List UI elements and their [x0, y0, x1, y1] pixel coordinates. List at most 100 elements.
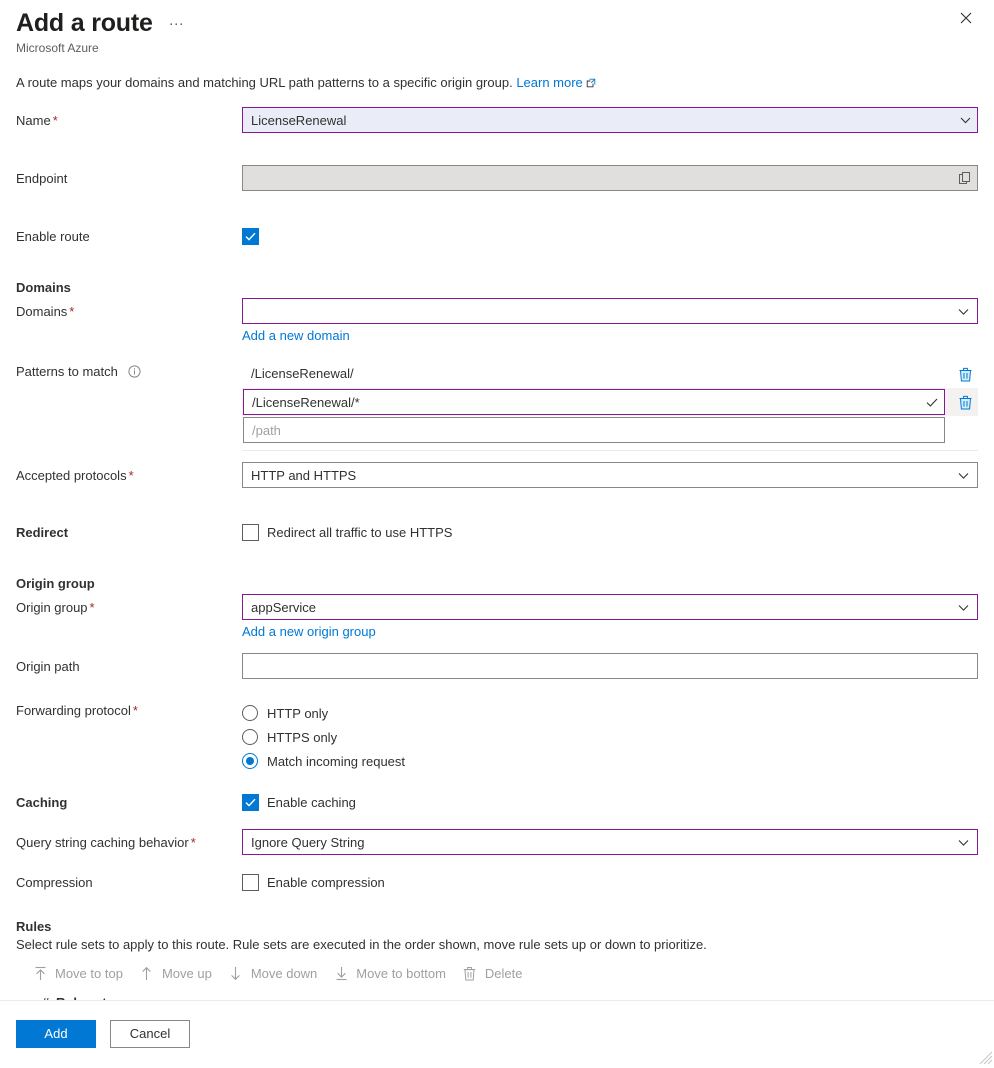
copy-button[interactable] [959, 165, 971, 191]
enable-route-row [242, 223, 978, 249]
field-row-query-string-caching: Query string caching behavior * Ignore Qu… [16, 829, 978, 859]
move-to-bottom-label: Move to bottom [356, 966, 446, 981]
resize-grip-icon [979, 1051, 993, 1065]
radio-http-only-label: HTTP only [267, 705, 329, 721]
radio-match-incoming-request[interactable]: Match incoming request [242, 749, 978, 773]
enable-compression-checkbox[interactable] [242, 873, 259, 891]
radio-indicator [242, 705, 258, 721]
arrow-down-icon [228, 966, 244, 981]
enable-compression-label[interactable]: Enable compression [267, 875, 385, 890]
label-accepted-protocols-text: Accepted protocols [16, 468, 127, 483]
accepted-protocols-value: HTTP and HTTPS [251, 467, 357, 483]
pattern-input-wrap-2 [243, 417, 945, 443]
delete-label: Delete [484, 966, 523, 981]
enable-route-checkbox[interactable] [242, 227, 259, 245]
field-row-forwarding-protocol: Forwarding protocol * HTTP only HTTPS onl… [16, 699, 978, 773]
field-row-enable-route: Enable route [16, 223, 978, 253]
query-string-caching-dropdown[interactable]: Ignore Query String [242, 829, 978, 855]
close-button[interactable] [952, 4, 980, 32]
compression-checkbox-row: Enable compression [242, 869, 978, 895]
move-down-command[interactable]: Move down [222, 962, 327, 985]
resize-grip[interactable] [979, 1051, 993, 1065]
radio-indicator-selected [242, 753, 258, 769]
checkmark-icon [245, 232, 256, 241]
field-row-compression: Compression Enable compression [16, 869, 978, 899]
section-heading-origin-group: Origin group [16, 576, 95, 591]
domains-dropdown[interactable] [242, 298, 978, 324]
learn-more-link[interactable]: Learn more [516, 75, 582, 90]
required-asterisk: * [89, 600, 95, 615]
field-row-accepted-protocols: Accepted protocols * HTTP and HTTPS [16, 462, 978, 492]
label-name-text: Name [16, 113, 51, 128]
delete-pattern-button-1[interactable] [952, 389, 978, 415]
delete-pattern-button-0[interactable] [952, 361, 978, 387]
origin-path-input[interactable] [242, 653, 978, 679]
label-query-string-caching: Query string caching behavior * [16, 829, 242, 851]
rules-command-bar: Move to top Move up Move down Move to bo… [16, 962, 978, 985]
move-to-bottom-command[interactable]: Move to bottom [327, 962, 456, 985]
pattern-input-2[interactable] [243, 417, 945, 443]
section-origin-group: Origin group [16, 575, 978, 592]
enable-caching-label[interactable]: Enable caching [267, 795, 356, 810]
more-options-button[interactable]: ··· [165, 15, 188, 33]
field-row-origin-path: Origin path [16, 653, 978, 683]
label-forwarding-protocol: Forwarding protocol * [16, 699, 242, 719]
accepted-protocols-dropdown[interactable]: HTTP and HTTPS [242, 462, 978, 488]
required-asterisk: * [52, 113, 58, 128]
redirect-https-label[interactable]: Redirect all traffic to use HTTPS [267, 525, 452, 540]
label-origin-path: Origin path [16, 659, 80, 674]
field-row-name: Name * [16, 107, 978, 137]
pattern-row [242, 416, 978, 444]
copy-icon [959, 171, 970, 184]
name-field-wrap [242, 107, 978, 133]
add-new-domain-link[interactable]: Add a new domain [242, 328, 350, 343]
blade-description: A route maps your domains and matching U… [0, 56, 994, 93]
pattern-value-0: /LicenseRenewal/ [251, 366, 354, 381]
label-name: Name * [16, 107, 242, 129]
radio-http-only[interactable]: HTTP only [242, 701, 978, 725]
required-asterisk: * [190, 835, 196, 850]
cancel-button[interactable]: Cancel [110, 1019, 190, 1048]
origin-group-dropdown[interactable]: appService [242, 594, 978, 620]
chevron-down-icon [958, 468, 969, 483]
delete-icon [959, 367, 971, 381]
required-asterisk: * [128, 468, 134, 483]
move-to-top-command[interactable]: Move to top [26, 962, 133, 985]
field-row-endpoint: Endpoint [16, 165, 978, 195]
field-row-patterns: Patterns to match /LicenseRenewal/ [16, 360, 978, 451]
radio-indicator [242, 729, 258, 745]
blade-subtitle: Microsoft Azure [16, 41, 99, 55]
label-caching: Caching [16, 795, 68, 810]
info-icon[interactable] [127, 365, 141, 382]
move-to-top-icon [32, 966, 48, 981]
endpoint-input [242, 165, 978, 191]
label-domains-text: Domains [16, 304, 68, 319]
external-link-icon [586, 75, 596, 93]
label-origin-group-text: Origin group [16, 600, 88, 615]
field-row-domains: Domains * Add a new domain [16, 298, 978, 343]
patterns-separator [242, 450, 978, 451]
move-up-command[interactable]: Move up [133, 962, 222, 985]
query-string-caching-value: Ignore Query String [251, 834, 365, 850]
delete-command[interactable]: Delete [456, 962, 533, 985]
label-query-string-caching-text: Query string caching behavior [16, 835, 189, 850]
page-title: Add a route [16, 9, 153, 37]
add-new-origin-group-link[interactable]: Add a new origin group [242, 624, 376, 639]
name-input[interactable] [242, 107, 978, 133]
label-origin-group: Origin group * [16, 594, 242, 616]
pattern-input-1[interactable] [243, 389, 945, 415]
label-domains: Domains * [16, 298, 242, 320]
delete-icon [959, 395, 971, 409]
label-compression: Compression [16, 875, 93, 890]
enable-caching-checkbox[interactable] [242, 793, 259, 811]
redirect-https-checkbox[interactable] [242, 523, 259, 541]
forwarding-protocol-radiogroup: HTTP only HTTPS only Match incoming requ… [242, 699, 978, 773]
chevron-down-icon [958, 835, 969, 850]
section-domains: Domains [16, 279, 978, 296]
radio-https-only[interactable]: HTTPS only [242, 725, 978, 749]
rules-description: Select rule sets to apply to this route.… [16, 937, 707, 952]
radio-https-only-label: HTTPS only [267, 729, 338, 745]
endpoint-field-wrap [242, 165, 978, 191]
patterns-list: /LicenseRenewal/ [242, 360, 978, 451]
add-button[interactable]: Add [16, 1019, 96, 1048]
